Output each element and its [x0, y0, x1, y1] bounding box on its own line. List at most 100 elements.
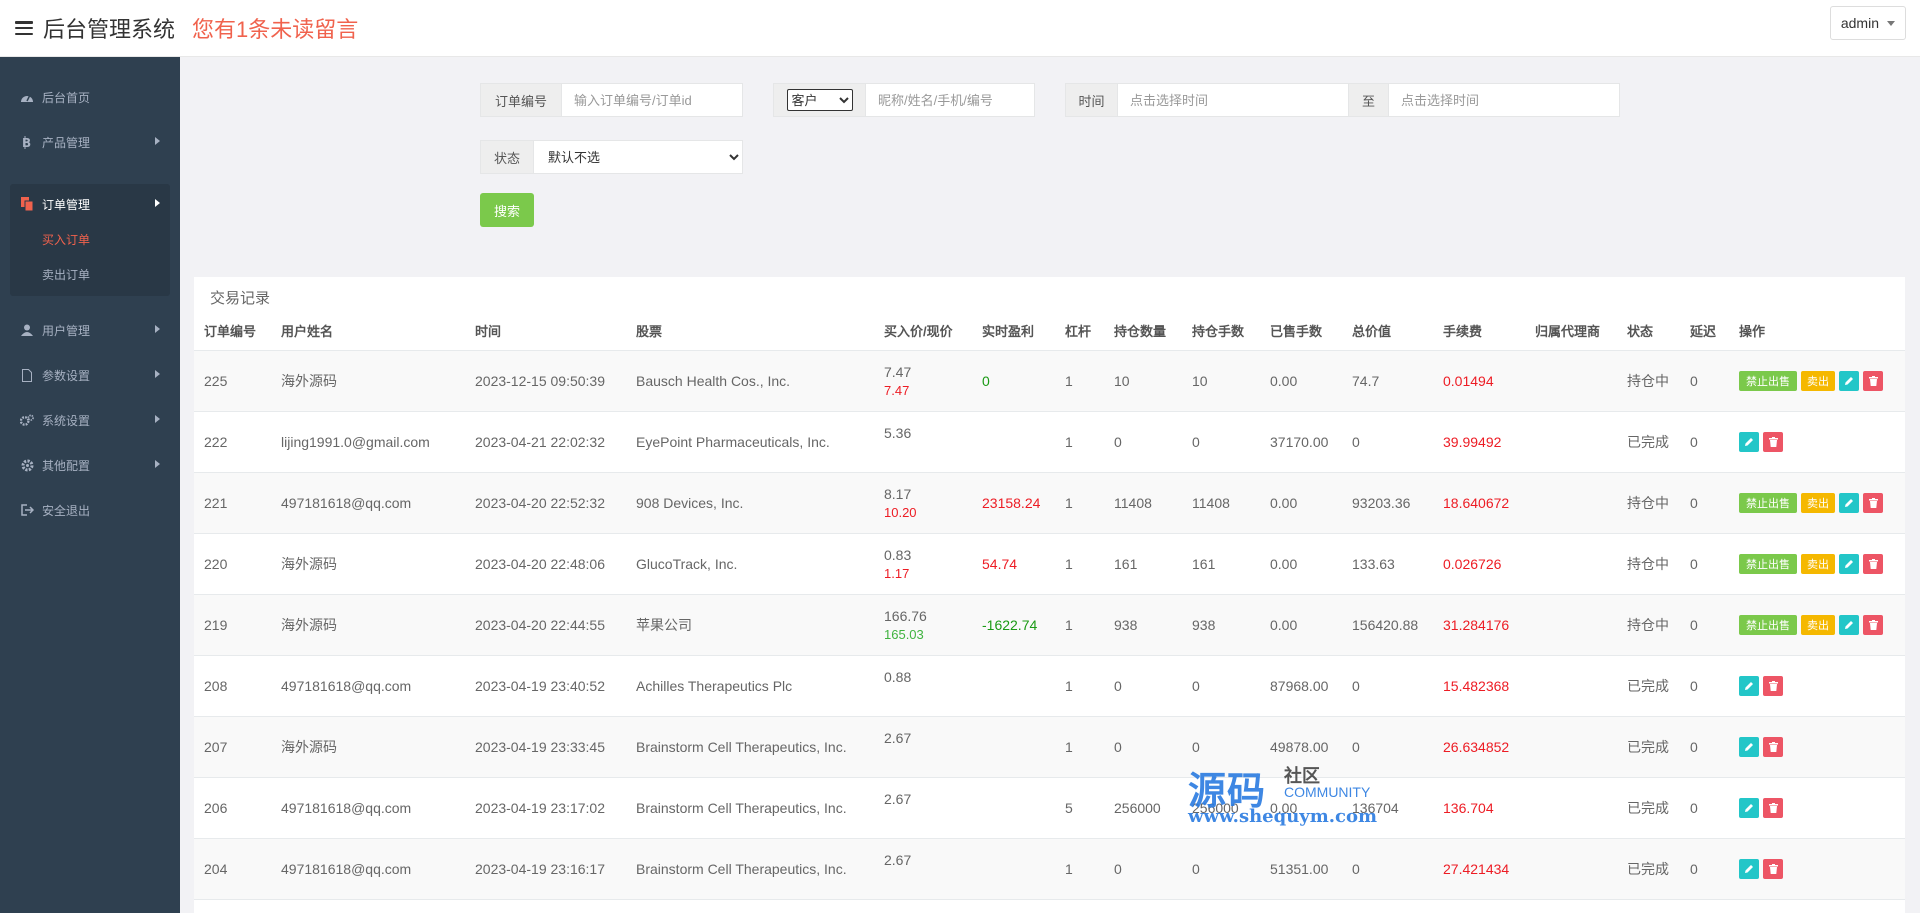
actions-cell: 禁止出售 卖出: [1729, 594, 1905, 656]
dashboard-icon: [20, 90, 34, 104]
delete-button[interactable]: [1763, 797, 1783, 818]
menu-toggle-icon[interactable]: [15, 21, 33, 35]
pencil-icon: [1845, 559, 1853, 568]
time-start-input[interactable]: [1118, 84, 1349, 116]
time-end-input[interactable]: [1389, 84, 1619, 116]
bitcoin-icon: B: [20, 135, 34, 149]
edit-button[interactable]: [1739, 431, 1759, 452]
submenu-buy-orders[interactable]: 买入订单: [42, 231, 90, 248]
delete-button[interactable]: [1763, 675, 1783, 696]
delete-button[interactable]: [1863, 553, 1883, 574]
time-to-label: 至: [1349, 84, 1389, 116]
delete-button[interactable]: [1763, 858, 1783, 879]
submenu-sell-orders[interactable]: 卖出订单: [42, 266, 90, 283]
user-menu-button[interactable]: admin: [1829, 6, 1906, 40]
delete-button[interactable]: [1763, 736, 1783, 757]
sell-button[interactable]: 卖出: [1801, 614, 1835, 635]
cell-agent: [1525, 655, 1617, 717]
sell-button[interactable]: 卖出: [1801, 492, 1835, 513]
pencil-icon: [1745, 803, 1753, 812]
buy-price: 2.67: [884, 729, 912, 746]
cell-id: 220: [194, 533, 271, 595]
cell-user: lijing1991.0@gmail.com: [271, 411, 465, 473]
edit-button[interactable]: [1739, 797, 1759, 818]
cell-status: 已完成: [1617, 411, 1680, 473]
actions-group: 禁止出售 卖出: [1739, 370, 1905, 391]
column-header: 订单编号: [194, 312, 271, 351]
cell-lots: 161: [1182, 533, 1260, 595]
customer-search-input[interactable]: [866, 84, 1034, 116]
cell-status: 持仓中: [1617, 350, 1680, 412]
edit-button[interactable]: [1839, 553, 1859, 574]
trash-icon: [1768, 863, 1778, 874]
status-select[interactable]: 默认不选: [534, 141, 742, 173]
actions-group: [1739, 675, 1905, 696]
customer-type-select[interactable]: 客户: [786, 89, 853, 111]
price-cell: 166.76 165.03: [874, 594, 972, 656]
cell-time: 2023-04-20 22:48:06: [465, 533, 626, 595]
cell-agent: [1525, 777, 1617, 839]
price-cell: 2.67: [874, 716, 972, 778]
sidebar-item-orders[interactable]: 订单管理: [10, 184, 170, 224]
cell-total: 156420.88: [1342, 594, 1433, 656]
edit-button[interactable]: [1739, 858, 1759, 879]
column-header: 已售手数: [1260, 312, 1342, 351]
actions-cell: [1729, 411, 1905, 473]
sidebar-item-users[interactable]: 用户管理: [10, 310, 170, 350]
table-row: 219 海外源码 2023-04-20 22:44:55 苹果公司 166.76 165.…: [194, 594, 1905, 656]
edit-button[interactable]: [1839, 614, 1859, 635]
column-header: 状态: [1617, 312, 1680, 351]
cell-stock: Brainstorm Cell Therapeutics, Inc.: [626, 777, 874, 839]
pencil-icon: [1845, 620, 1853, 629]
cell-fee: 0.026726: [1433, 533, 1525, 595]
cell-status: 持仓中: [1617, 594, 1680, 656]
cell-stock: Achilles Therapeutics Plc: [626, 655, 874, 717]
cell-profit: [972, 777, 1055, 839]
delete-button[interactable]: [1863, 614, 1883, 635]
cell-total: 74.7: [1342, 350, 1433, 412]
cell-leverage: 1: [1055, 350, 1104, 412]
top-header: 后台管理系统 您有1条未读留言 admin: [0, 0, 1920, 57]
chevron-right-icon: [155, 199, 160, 207]
sidebar-item-products[interactable]: B 产品管理: [10, 122, 170, 162]
sidebar-item-system[interactable]: 系统设置: [10, 400, 170, 440]
cell-qty: 0: [1104, 411, 1182, 473]
cell-lots: 11408: [1182, 472, 1260, 534]
ban-sale-button[interactable]: 禁止出售: [1739, 370, 1797, 391]
cell-id: 208: [194, 655, 271, 717]
delete-button[interactable]: [1863, 370, 1883, 391]
edit-button[interactable]: [1839, 370, 1859, 391]
edit-button[interactable]: [1839, 492, 1859, 513]
edit-button[interactable]: [1739, 675, 1759, 696]
ban-sale-button[interactable]: 禁止出售: [1739, 614, 1797, 635]
table-row: 207 海外源码 2023-04-19 23:33:45 Brainstorm Cel…: [194, 716, 1905, 778]
sell-button[interactable]: 卖出: [1801, 553, 1835, 574]
cell-total: 133.63: [1342, 533, 1433, 595]
sidebar-item-params[interactable]: 参数设置: [10, 355, 170, 395]
actions-cell: [1729, 777, 1905, 839]
cell-qty: 10: [1104, 350, 1182, 412]
sidebar-item-dashboard[interactable]: 后台首页: [10, 77, 170, 117]
sidebar-item-other-config[interactable]: 其他配置: [10, 445, 170, 485]
unread-message-notice[interactable]: 您有1条未读留言: [192, 12, 358, 44]
sell-button[interactable]: 卖出: [1801, 370, 1835, 391]
actions-cell: [1729, 655, 1905, 717]
table-row: 208 497181618@qq.com 2023-04-19 23:40:52 Ac…: [194, 655, 1905, 717]
trade-records-panel: 交易记录 订单编号 用户姓名 时间 股票 买入价/现价 实时盈利 杠杆 持仓数量 持仓手数 已售手…: [194, 277, 1905, 913]
gear-icon: [20, 458, 34, 472]
ban-sale-button[interactable]: 禁止出售: [1739, 492, 1797, 513]
current-price: 10.20: [884, 504, 917, 520]
cell-id: 222: [194, 411, 271, 473]
delete-button[interactable]: [1863, 492, 1883, 513]
sidebar-item-logout[interactable]: 安全退出: [10, 490, 170, 530]
edit-button[interactable]: [1739, 736, 1759, 757]
column-header: 股票: [626, 312, 874, 351]
order-number-input[interactable]: [562, 84, 742, 116]
trash-icon: [1768, 802, 1778, 813]
search-button[interactable]: 搜索: [480, 193, 534, 227]
ban-sale-button[interactable]: 禁止出售: [1739, 553, 1797, 574]
trash-icon: [1768, 436, 1778, 447]
delete-button[interactable]: [1763, 431, 1783, 452]
cell-leverage: 1: [1055, 716, 1104, 778]
column-header: 手续费: [1433, 312, 1525, 351]
